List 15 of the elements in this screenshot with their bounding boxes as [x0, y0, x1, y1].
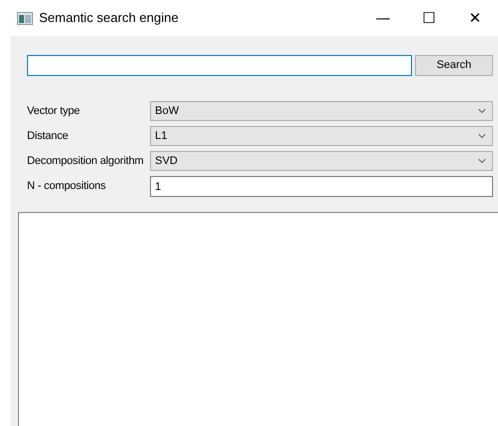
dropdown[interactable]: SVD	[150, 151, 493, 171]
search-field[interactable]	[27, 55, 412, 76]
setting-label: Distance	[27, 128, 70, 144]
app-icon	[17, 12, 33, 24]
maximize-button[interactable]: ☐	[406, 3, 452, 33]
close-button[interactable]: ✕	[452, 3, 498, 33]
setting-label: Vector type	[27, 104, 81, 119]
setting-label: N - compositions	[27, 179, 107, 194]
search-button[interactable]: Search	[415, 55, 493, 76]
dropdown[interactable]: BoW	[150, 101, 493, 121]
dropdown[interactable]: L1	[150, 126, 493, 146]
setting-label: Decomposition algorithm	[27, 154, 144, 169]
text-field[interactable]: 1	[150, 176, 493, 197]
minimize-button[interactable]: —	[360, 3, 406, 33]
window-title: Semantic search engine	[39, 9, 178, 28]
